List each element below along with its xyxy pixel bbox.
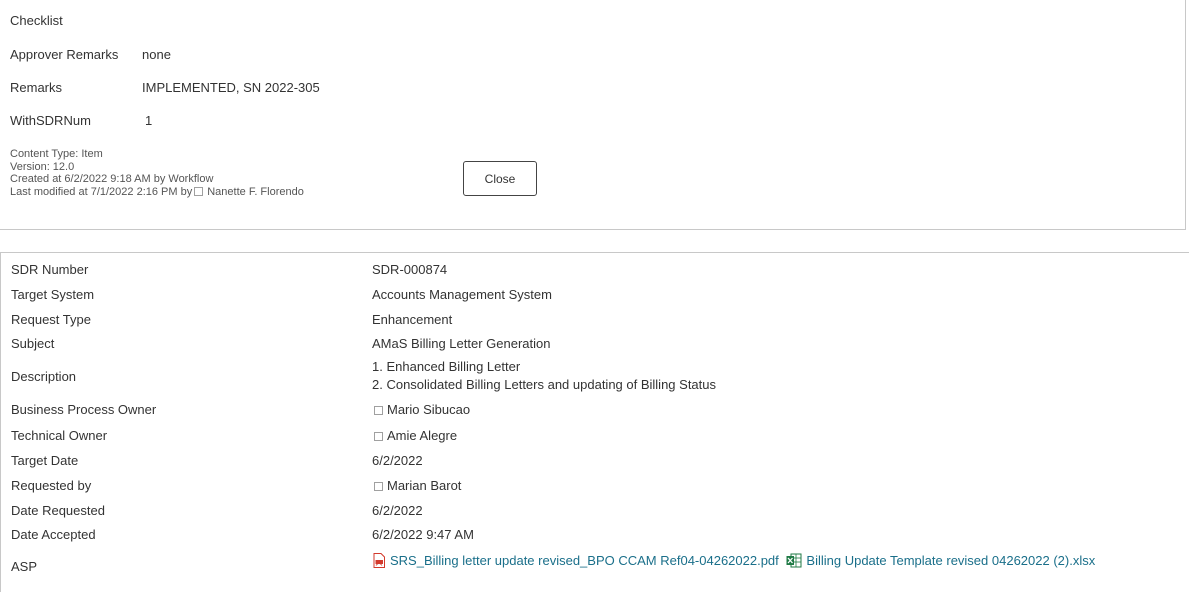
remarks-label: Remarks bbox=[10, 80, 63, 95]
asp-file-pdf-link[interactable]: SRS_Billing letter update revised_BPO CC… bbox=[390, 553, 779, 568]
description-line-2: 2. Consolidated Billing Letters and upda… bbox=[372, 377, 716, 392]
date-requested-label: Date Requested bbox=[11, 503, 105, 518]
asp-label: ASP bbox=[11, 559, 38, 574]
requested-by-label: Requested by bbox=[11, 478, 92, 493]
bpo-label: Business Process Owner bbox=[11, 402, 157, 417]
close-button[interactable]: Close bbox=[463, 161, 537, 196]
date-accepted-value: 6/2/2022 9:47 AM bbox=[372, 527, 474, 542]
withsdrnum-value: 1 bbox=[145, 113, 153, 128]
subject-label: Subject bbox=[11, 336, 55, 351]
request-type-label: Request Type bbox=[11, 312, 91, 327]
created-info: Created at 6/2/2022 9:18 AM by Workflow bbox=[10, 173, 214, 185]
sdr-number-label: SDR Number bbox=[11, 262, 89, 277]
target-date-label: Target Date bbox=[11, 453, 79, 468]
remarks-value: IMPLEMENTED, SN 2022-305 bbox=[142, 80, 320, 95]
item-properties-panel: Checklist Approver Remarks none Remarks … bbox=[0, 0, 1186, 230]
requested-by-value: Marian Barot bbox=[372, 478, 461, 493]
sdr-details-panel: SDR Number SDR-000874 Target System Acco… bbox=[0, 252, 1189, 592]
bpo-user[interactable]: Mario Sibucao bbox=[387, 402, 470, 417]
modified-info: Last modified at 7/1/2022 2:16 PM by Nane… bbox=[10, 186, 304, 199]
sdr-number-value: SDR-000874 bbox=[372, 262, 448, 277]
presence-icon bbox=[374, 482, 383, 491]
target-system-label: Target System bbox=[11, 287, 95, 302]
modified-by-user[interactable]: Nanette F. Florendo bbox=[207, 186, 304, 198]
description-line-1: 1. Enhanced Billing Letter bbox=[372, 359, 521, 374]
version: Version: 12.0 bbox=[10, 160, 75, 173]
approver-remarks-value: none bbox=[142, 47, 171, 62]
asp-value: SRS_Billing letter update revised_BPO CC… bbox=[372, 553, 1095, 568]
presence-icon bbox=[194, 186, 204, 196]
presence-icon bbox=[374, 432, 383, 441]
subject-value: AMaS Billing Letter Generation bbox=[372, 336, 551, 351]
content-type: Content Type: Item bbox=[10, 148, 103, 160]
date-accepted-label: Date Accepted bbox=[11, 527, 96, 542]
withsdrnum-label: WithSDRNum bbox=[10, 113, 91, 128]
description-label: Description bbox=[11, 369, 77, 384]
request-type-value: Enhancement bbox=[372, 312, 453, 327]
item-metadata: Content Type: Item Version: 12.0 Created… bbox=[10, 148, 304, 198]
modified-prefix: Last modified at 7/1/2022 2:16 PM by bbox=[10, 185, 193, 198]
asp-file-xlsx-link[interactable]: Billing Update Template revised 04262022… bbox=[806, 553, 1095, 568]
bpo-value: Mario Sibucao bbox=[372, 402, 470, 417]
target-date-value: 6/2/2022 bbox=[372, 453, 423, 468]
presence-icon bbox=[374, 406, 383, 415]
technical-owner-value: Amie Alegre bbox=[372, 428, 457, 443]
date-requested-value: 6/2/2022 bbox=[372, 503, 423, 518]
target-system-value: Accounts Management System bbox=[372, 287, 552, 302]
checklist-label: Checklist bbox=[10, 13, 63, 28]
approver-remarks-label: Approver Remarks bbox=[10, 47, 119, 62]
technical-owner-label: Technical Owner bbox=[11, 428, 108, 443]
pdf-file-icon bbox=[373, 553, 385, 568]
requested-by-user[interactable]: Marian Barot bbox=[387, 478, 461, 493]
excel-file-icon bbox=[786, 553, 802, 568]
technical-owner-user[interactable]: Amie Alegre bbox=[387, 428, 457, 443]
